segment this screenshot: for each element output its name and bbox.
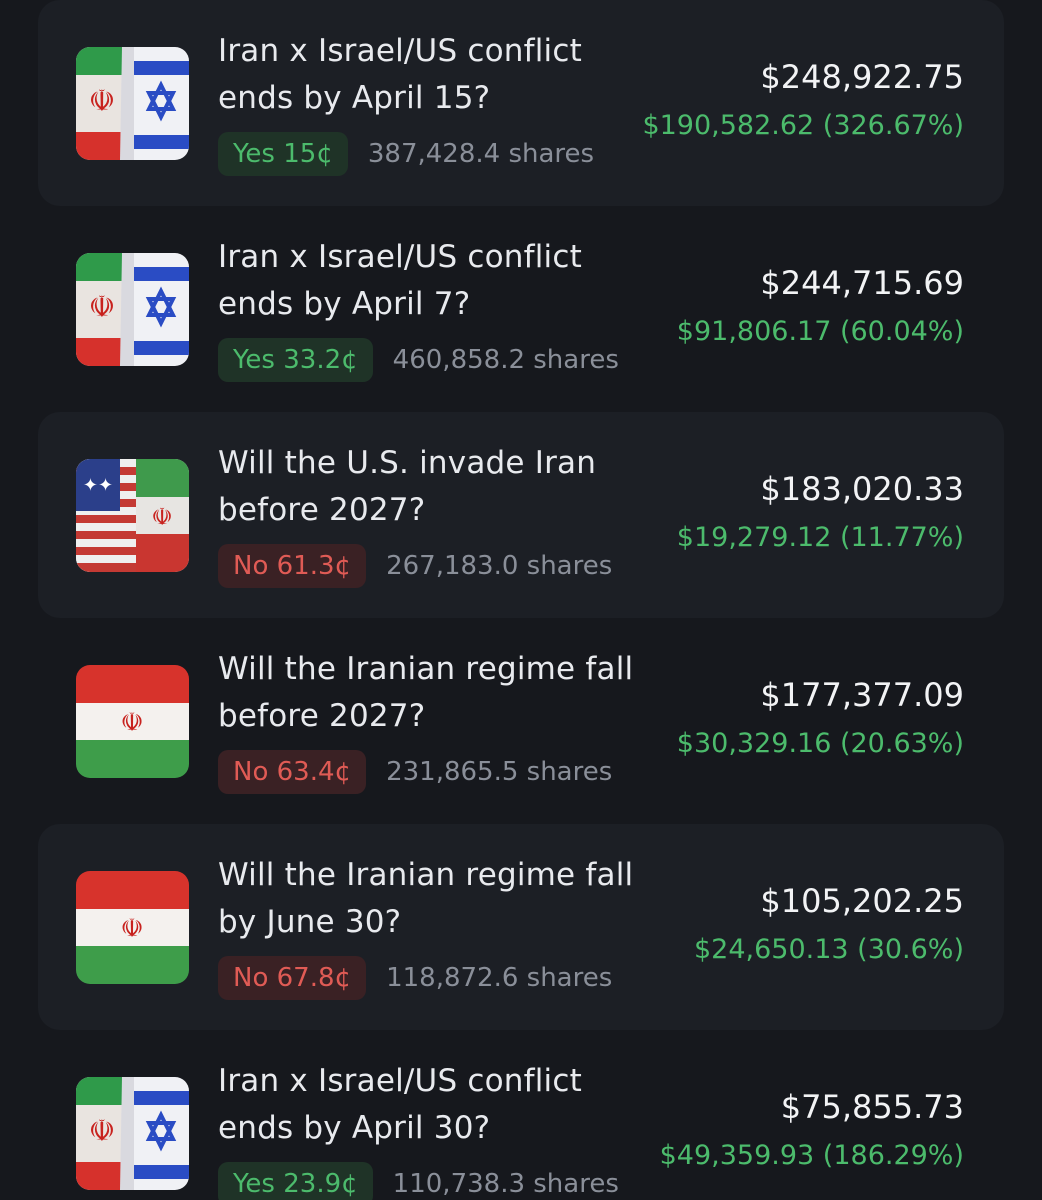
svg-text:☫: ☫ bbox=[151, 503, 173, 531]
position-pnl: $91,806.17 (60.04%) bbox=[676, 316, 964, 347]
outcome-badge: No 67.8¢ bbox=[218, 956, 367, 1000]
position-meta: No 61.3¢ 267,183.0 shares bbox=[218, 544, 612, 588]
position-row[interactable]: ☫ Iran x Israel/US conflict ends by Apri… bbox=[38, 1030, 1004, 1200]
shares-count: 460,858.2 shares bbox=[392, 345, 619, 375]
svg-text:☫: ☫ bbox=[89, 1114, 116, 1149]
position-row[interactable]: ☫ Iran x Israel/US conflict ends by Apri… bbox=[38, 0, 1004, 206]
svg-text:☫: ☫ bbox=[120, 708, 143, 738]
shares-count: 118,872.6 shares bbox=[386, 963, 613, 993]
positions-list: ☫ Iran x Israel/US conflict ends by Apri… bbox=[0, 0, 1042, 1200]
position-meta: No 67.8¢ 118,872.6 shares bbox=[218, 956, 612, 1000]
iran-flag-icon: ☫ bbox=[76, 665, 189, 778]
position-pnl: $24,650.13 (30.6%) bbox=[693, 934, 964, 965]
outcome-badge: No 63.4¢ bbox=[218, 750, 367, 794]
position-meta: Yes 33.2¢ 460,858.2 shares bbox=[218, 338, 619, 382]
shares-count: 231,865.5 shares bbox=[386, 757, 613, 787]
position-row[interactable]: ☫ Iran x Israel/US conflict ends by Apri… bbox=[38, 206, 1004, 412]
market-title[interactable]: Iran x Israel/US conflict ends by April … bbox=[218, 1058, 658, 1152]
position-pnl: $30,329.16 (20.63%) bbox=[676, 728, 964, 759]
svg-text:☫: ☫ bbox=[89, 290, 116, 325]
iran-israel-flag-icon: ☫ bbox=[76, 1077, 189, 1190]
position-value: $183,020.33 bbox=[760, 470, 964, 508]
position-pnl: $49,359.93 (186.29%) bbox=[659, 1140, 964, 1171]
shares-count: 110,738.3 shares bbox=[392, 1169, 619, 1199]
iran-israel-flag-icon: ☫ bbox=[76, 253, 189, 366]
position-meta: Yes 15¢ 387,428.4 shares bbox=[218, 132, 594, 176]
market-title[interactable]: Will the Iranian regime fall by June 30? bbox=[218, 852, 658, 946]
position-value: $244,715.69 bbox=[760, 264, 964, 302]
position-row[interactable]: ☫ Will the Iranian regime fall by June 3… bbox=[38, 824, 1004, 1030]
position-row[interactable]: ✦✦ ☫ Will the U.S. invade Iran before 20… bbox=[38, 412, 1004, 618]
svg-text:✦✦: ✦✦ bbox=[83, 475, 113, 496]
market-title[interactable]: Iran x Israel/US conflict ends by April … bbox=[218, 28, 658, 122]
outcome-badge: Yes 33.2¢ bbox=[218, 338, 373, 382]
outcome-badge: No 61.3¢ bbox=[218, 544, 367, 588]
svg-text:☫: ☫ bbox=[89, 84, 116, 119]
position-value: $75,855.73 bbox=[780, 1088, 964, 1126]
position-value: $177,377.09 bbox=[760, 676, 964, 714]
outcome-badge: Yes 15¢ bbox=[218, 132, 348, 176]
iran-israel-flag-icon: ☫ bbox=[76, 47, 189, 160]
position-value: $105,202.25 bbox=[760, 882, 964, 920]
market-title[interactable]: Will the Iranian regime fall before 2027… bbox=[218, 646, 658, 740]
market-title[interactable]: Will the U.S. invade Iran before 2027? bbox=[218, 440, 658, 534]
position-value: $248,922.75 bbox=[760, 58, 964, 96]
position-meta: No 63.4¢ 231,865.5 shares bbox=[218, 750, 612, 794]
position-pnl: $19,279.12 (11.77%) bbox=[676, 522, 964, 553]
svg-text:☫: ☫ bbox=[120, 914, 143, 944]
position-meta: Yes 23.9¢ 110,738.3 shares bbox=[218, 1162, 619, 1200]
position-row[interactable]: ☫ Will the Iranian regime fall before 20… bbox=[38, 618, 1004, 824]
outcome-badge: Yes 23.9¢ bbox=[218, 1162, 373, 1200]
position-pnl: $190,582.62 (326.67%) bbox=[642, 110, 964, 141]
market-title[interactable]: Iran x Israel/US conflict ends by April … bbox=[218, 234, 658, 328]
shares-count: 387,428.4 shares bbox=[367, 139, 595, 169]
usa-iran-flag-icon: ✦✦ ☫ bbox=[76, 459, 189, 572]
shares-count: 267,183.0 shares bbox=[386, 551, 613, 581]
iran-flag-icon: ☫ bbox=[76, 871, 189, 984]
